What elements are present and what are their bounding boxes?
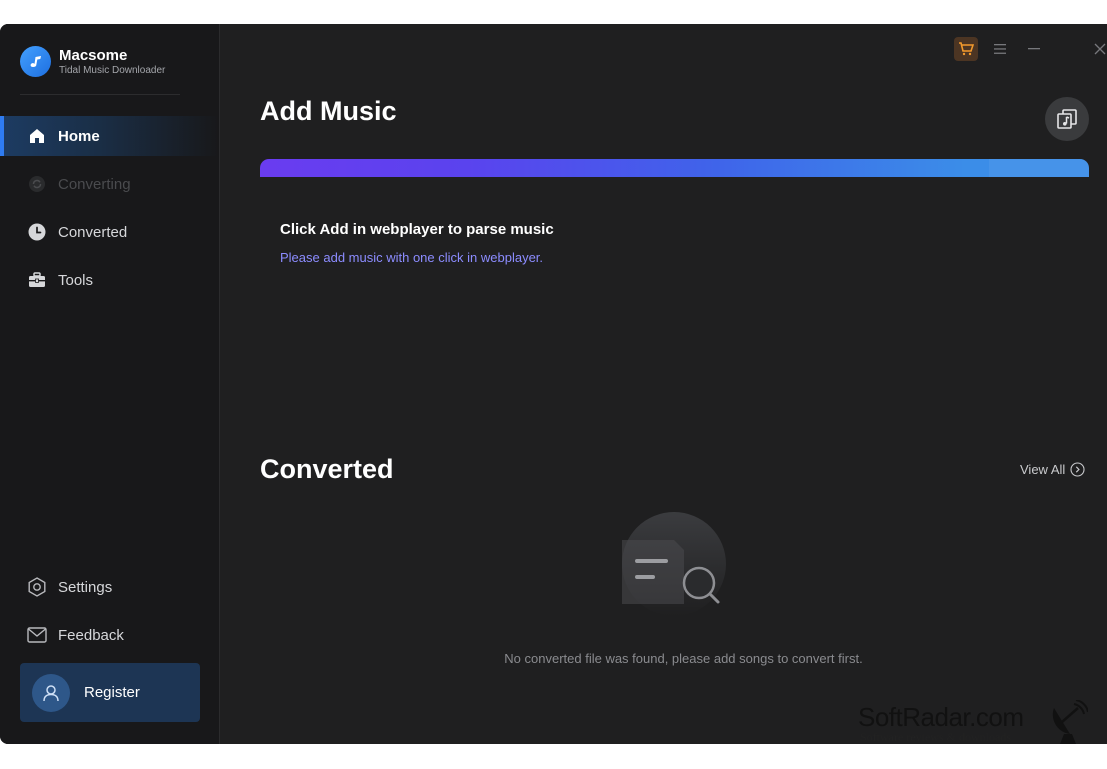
clock-icon bbox=[27, 222, 47, 242]
sidebar-item-label: Tools bbox=[58, 271, 94, 289]
user-avatar-icon bbox=[32, 673, 70, 712]
import-music-button[interactable] bbox=[1045, 97, 1089, 141]
sidebar-item-feedback[interactable]: Feedback bbox=[0, 615, 219, 655]
watermark-sub-text: Software reviews & downloads bbox=[860, 730, 1011, 744]
cart-button[interactable] bbox=[954, 37, 978, 61]
softradar-watermark: SoftRadar.com Software reviews & downloa… bbox=[858, 700, 1098, 748]
app-logo-icon bbox=[20, 46, 51, 77]
menu-button[interactable] bbox=[992, 37, 1008, 61]
add-music-hint-subtitle: Please add music with one click in webpl… bbox=[280, 250, 544, 265]
add-music-title: Add Music bbox=[260, 96, 397, 126]
sidebar-item-label: Converting bbox=[58, 175, 131, 193]
register-label: Register bbox=[84, 684, 140, 701]
sidebar-item-home[interactable]: Home bbox=[0, 116, 219, 156]
satellite-dish-icon bbox=[1052, 700, 1088, 744]
sidebar-item-label: Settings bbox=[58, 578, 113, 596]
sidebar-item-label: Feedback bbox=[58, 626, 124, 644]
music-file-icon bbox=[1057, 109, 1077, 129]
close-icon bbox=[1094, 43, 1106, 55]
sidebar-item-label: Home bbox=[58, 127, 100, 145]
toolbox-icon bbox=[27, 270, 47, 290]
empty-state-text: No converted file was found, please add … bbox=[504, 651, 863, 666]
sidebar-item-label: Converted bbox=[58, 223, 128, 241]
converted-title: Converted bbox=[260, 454, 394, 484]
chevron-right-icon bbox=[1070, 462, 1085, 477]
app-name: Macsome bbox=[59, 46, 128, 64]
view-all-link[interactable]: View All bbox=[1020, 462, 1085, 477]
mail-icon bbox=[27, 625, 47, 645]
converting-icon bbox=[27, 174, 47, 194]
menu-icon bbox=[994, 44, 1006, 54]
brand-divider bbox=[20, 94, 180, 95]
empty-state-message: No converted file was found, please add … bbox=[0, 651, 1107, 666]
app-subtitle: Tidal Music Downloader bbox=[59, 64, 166, 76]
close-button[interactable] bbox=[1093, 37, 1107, 61]
gear-icon bbox=[27, 577, 47, 597]
view-all-label: View All bbox=[1020, 462, 1066, 477]
minimize-icon bbox=[1028, 48, 1040, 50]
sidebar-item-converted[interactable]: Converted bbox=[0, 212, 219, 252]
sidebar: Macsome Tidal Music Downloader Home Conv… bbox=[0, 24, 220, 744]
minimize-button[interactable] bbox=[1026, 37, 1042, 61]
sidebar-item-converting[interactable]: Converting bbox=[0, 164, 219, 204]
home-icon bbox=[27, 126, 47, 146]
sidebar-item-tools[interactable]: Tools bbox=[0, 260, 219, 300]
add-music-hint-title: Click Add in webplayer to parse music bbox=[280, 221, 554, 238]
sidebar-item-settings[interactable]: Settings bbox=[0, 567, 219, 607]
register-button[interactable]: Register bbox=[20, 663, 200, 722]
add-music-gradient-bar bbox=[260, 159, 1089, 177]
watermark-main-text: SoftRadar.com bbox=[858, 702, 1024, 732]
app-window: Macsome Tidal Music Downloader Home Conv… bbox=[0, 24, 1107, 744]
cart-icon bbox=[959, 42, 974, 56]
empty-state-illustration bbox=[622, 512, 726, 616]
brand: Macsome Tidal Music Downloader bbox=[20, 46, 165, 77]
